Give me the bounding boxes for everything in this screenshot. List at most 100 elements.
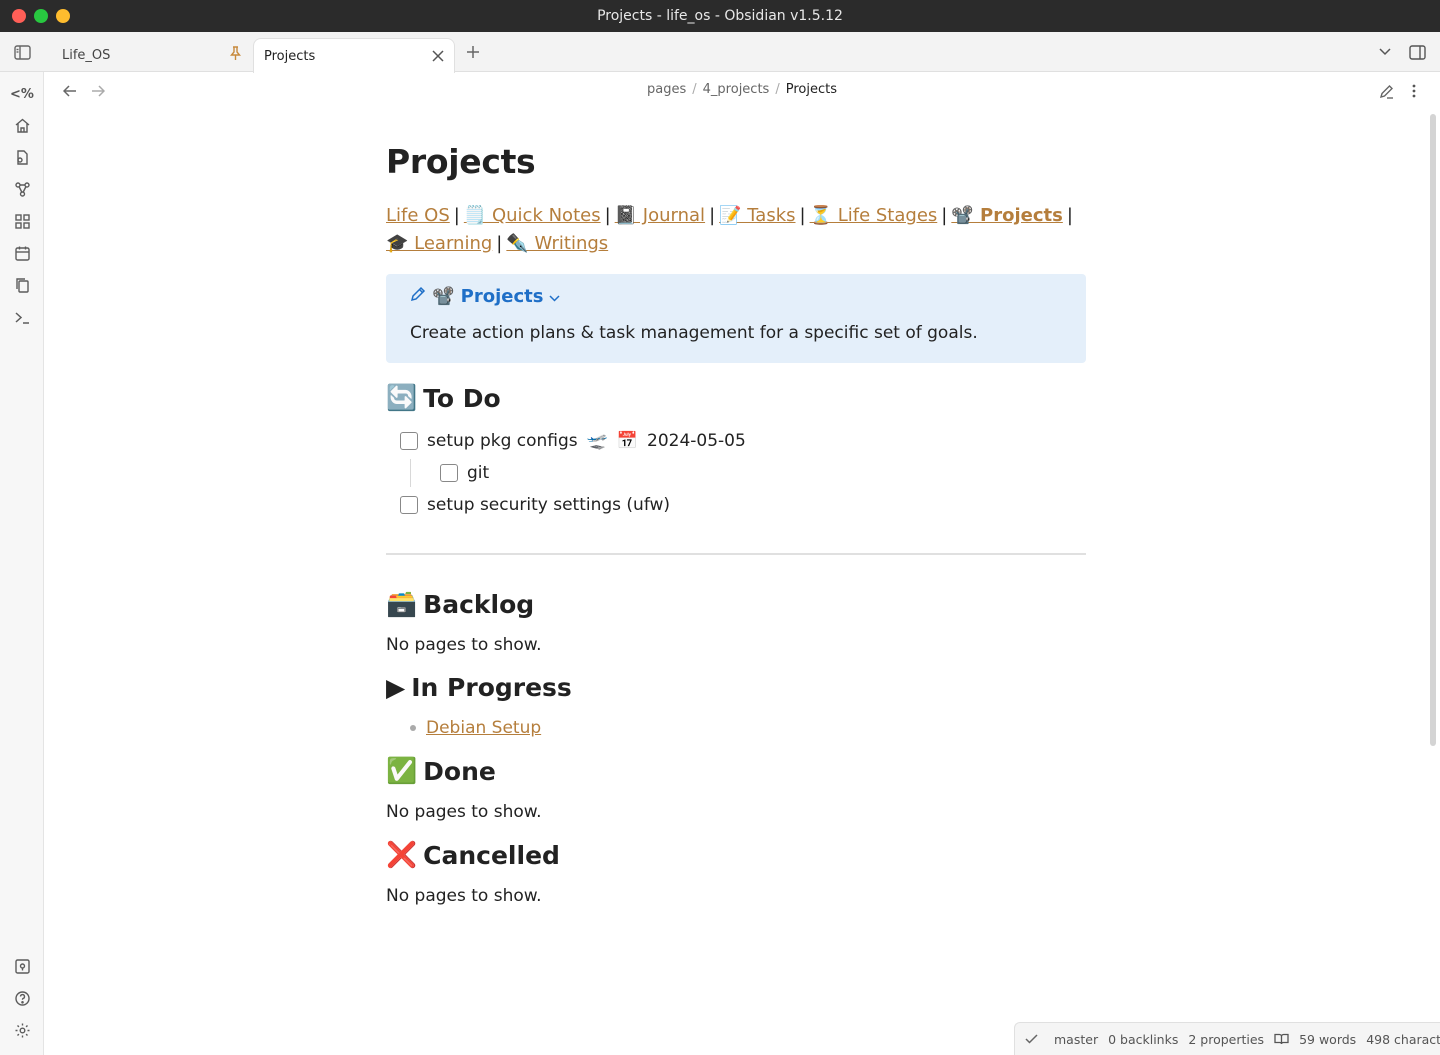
breadcrumb: pages / 4_projects / Projects: [44, 82, 1440, 97]
callout-title-text: 📽️ Projects: [432, 286, 544, 307]
tab-bar: Life_OS Projects: [0, 32, 1440, 73]
tab-label: Life_OS: [62, 47, 111, 63]
tab-projects[interactable]: Projects: [253, 38, 455, 73]
heading-text: In Progress: [411, 673, 572, 702]
cross-mark-icon: ❌: [386, 840, 418, 869]
graph-view-icon[interactable]: [10, 177, 34, 201]
minimize-window-button[interactable]: [56, 9, 70, 23]
tab-list-chevron-down-icon[interactable]: [1373, 40, 1397, 64]
task-item: setup security settings (ufw): [400, 491, 1086, 519]
heading-text: To Do: [423, 383, 501, 413]
link-debian-setup[interactable]: Debian Setup: [426, 718, 541, 738]
task-checkbox[interactable]: [440, 464, 458, 482]
edit-pencil-icon[interactable]: [1375, 80, 1397, 102]
subtask-item: git: [440, 459, 1086, 487]
subtask-list: git: [410, 459, 1086, 487]
departure-icon: 🛫: [586, 431, 608, 451]
pin-icon[interactable]: [229, 45, 242, 65]
task-text: git: [467, 463, 490, 483]
home-icon[interactable]: [10, 113, 34, 137]
window-title: Projects - life_os - Obsidian v1.5.12: [597, 8, 843, 24]
link-writings[interactable]: ✒️ Writings: [506, 233, 608, 254]
properties-count[interactable]: 2 properties: [1188, 1032, 1264, 1047]
view-header: pages / 4_projects / Projects: [44, 72, 1440, 110]
heading-text: Backlog: [423, 589, 535, 619]
new-tab-icon[interactable]: [461, 40, 485, 64]
callout-projects: 📽️ Projects Create action plans & task m…: [386, 274, 1086, 363]
navigation-links: Life OS | 🗒️ Quick Notes | 📓 Journal | 📝 Tasks…: [386, 205, 1073, 254]
help-icon[interactable]: [10, 986, 34, 1010]
heading-cancelled: ❌ Cancelled: [386, 840, 1086, 870]
empty-message: No pages to show.: [386, 886, 542, 906]
canvas-icon[interactable]: [10, 209, 34, 233]
heading-text: Done: [423, 756, 496, 786]
breadcrumb-part-pages[interactable]: pages: [647, 82, 686, 97]
word-count: 59 words: [1299, 1031, 1357, 1047]
calendar-icon[interactable]: [10, 241, 34, 265]
calendar-icon: 📅: [616, 431, 639, 451]
link-learning[interactable]: 🎓 Learning: [386, 233, 492, 254]
link-tasks[interactable]: 📝 Tasks: [719, 205, 795, 226]
empty-message: No pages to show.: [386, 802, 542, 822]
card-box-icon: 🗃️: [386, 589, 418, 618]
right-sidebar-toggle-icon[interactable]: [1405, 40, 1429, 64]
left-ribbon: <%: [0, 72, 44, 1055]
link-life-stages[interactable]: ⏳ Life Stages: [810, 205, 938, 226]
open-file-icon[interactable]: [10, 145, 34, 169]
breadcrumb-separator: /: [692, 82, 697, 97]
heading-done: ✅ Done: [386, 756, 1086, 786]
repeat-icon: 🔄: [386, 383, 418, 412]
git-branch[interactable]: master: [1054, 1032, 1098, 1047]
settings-gear-icon[interactable]: [10, 1018, 34, 1042]
character-count: 498 characters: [1366, 1031, 1440, 1047]
link-quick-notes[interactable]: 🗒️ Quick Notes: [464, 205, 601, 226]
window-controls: [12, 9, 70, 23]
more-options-icon[interactable]: [1403, 80, 1425, 102]
vault-switcher-icon[interactable]: [10, 954, 34, 978]
heading-to-do: 🔄 To Do: [386, 383, 1086, 413]
note-content: Projects Life OS | 🗒️ Quick Notes | 📓 Journa…: [386, 110, 1086, 906]
pencil-icon: [410, 286, 426, 307]
templater-icon[interactable]: <%: [10, 82, 34, 106]
reading-book-icon[interactable]: [1274, 1033, 1289, 1045]
page-title: Projects: [386, 142, 536, 181]
callout-body: Create action plans & task management fo…: [410, 323, 978, 343]
heading-text: Cancelled: [423, 840, 560, 870]
task-text: setup security settings (ufw): [427, 495, 671, 515]
play-icon: ▶: [386, 673, 406, 702]
task-due-date: 2024-05-05: [647, 431, 746, 451]
tab-life-os[interactable]: Life_OS: [52, 38, 252, 72]
task-checkbox[interactable]: [400, 432, 418, 450]
task-text: setup pkg configs: [427, 431, 578, 451]
sidebar-toggle-icon[interactable]: [10, 40, 34, 64]
close-tab-icon[interactable]: [432, 47, 444, 66]
callout-title[interactable]: 📽️ Projects: [410, 286, 1062, 307]
breadcrumb-separator: /: [775, 82, 780, 97]
chevron-down-icon[interactable]: [549, 286, 561, 307]
breadcrumb-current[interactable]: Projects: [786, 82, 837, 97]
link-life-os[interactable]: Life OS: [386, 205, 450, 226]
tab-label: Projects: [264, 48, 316, 64]
maximize-window-button[interactable]: [34, 9, 48, 23]
breadcrumb-part-4-projects[interactable]: 4_projects: [703, 82, 770, 97]
link-projects[interactable]: 📽️ Projects: [951, 205, 1062, 226]
terminal-icon[interactable]: [10, 305, 34, 329]
window-titlebar: Projects - life_os - Obsidian v1.5.12: [0, 0, 1440, 32]
task-checkbox[interactable]: [400, 496, 418, 514]
check-mark-icon: ✅: [386, 756, 418, 785]
templates-copy-icon[interactable]: [10, 273, 34, 297]
empty-message: No pages to show.: [386, 635, 542, 655]
heading-backlog: 🗃️ Backlog: [386, 589, 1086, 619]
heading-in-progress: ▶ In Progress: [386, 673, 1086, 702]
list-item: Debian Setup: [386, 718, 1086, 738]
sync-check-icon[interactable]: [1025, 1034, 1038, 1044]
link-journal[interactable]: 📓 Journal: [615, 205, 705, 226]
bullet-dot: [410, 725, 416, 731]
scrollbar[interactable]: [1430, 114, 1436, 746]
status-bar: master 0 backlinks 2 properties 59 words…: [1014, 1022, 1440, 1055]
task-list: setup pkg configs 🛫 📅 2024-05-05 git set…: [386, 427, 1086, 519]
backlinks-count[interactable]: 0 backlinks: [1108, 1032, 1178, 1047]
close-window-button[interactable]: [12, 9, 26, 23]
horizontal-rule: [386, 553, 1086, 555]
task-item: setup pkg configs 🛫 📅 2024-05-05: [400, 427, 1086, 455]
